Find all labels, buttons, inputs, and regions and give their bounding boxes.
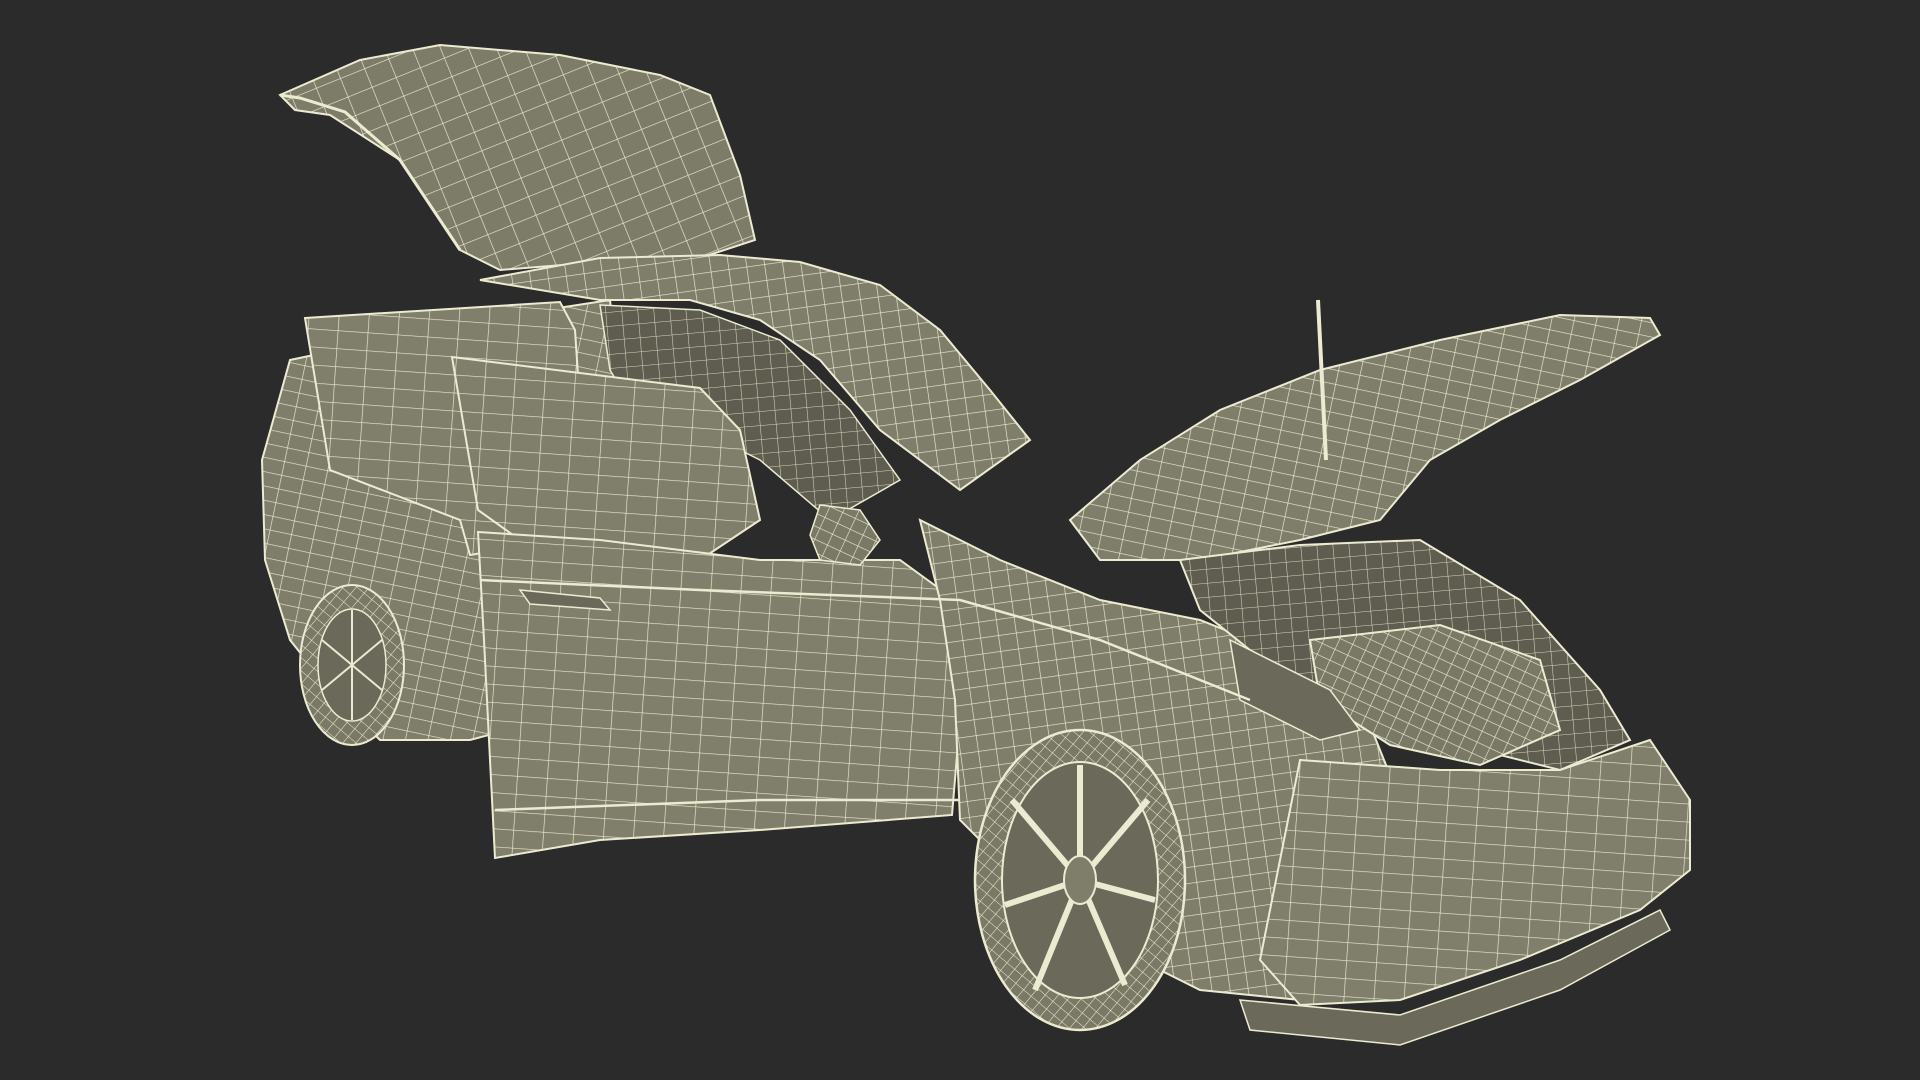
front-wheel bbox=[973, 728, 1187, 1032]
liftgate-open bbox=[278, 43, 757, 272]
front-bumper bbox=[1258, 738, 1691, 1007]
render-viewport bbox=[0, 0, 1920, 1080]
rear-wheel bbox=[299, 584, 405, 746]
hood-open bbox=[1068, 313, 1662, 561]
wireframe-scene bbox=[260, 43, 1691, 1046]
side-mirror bbox=[809, 504, 881, 566]
